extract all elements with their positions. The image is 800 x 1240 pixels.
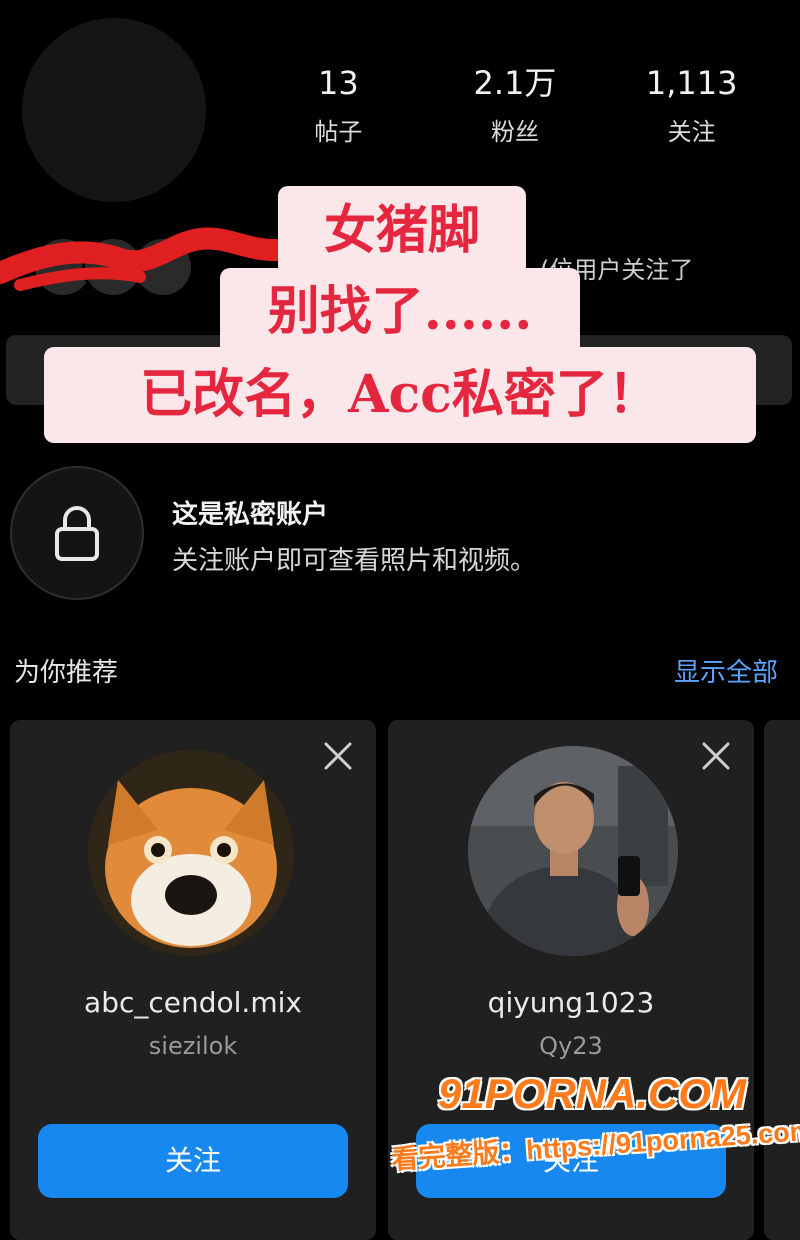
suggestion-display-name: siezilok [148,1032,238,1060]
private-account-subtitle: 关注账户即可查看照片和视频。 [172,546,537,576]
caption-line-2: 别找了...... [220,268,580,356]
follow-button[interactable]: 关注 [38,1124,348,1198]
profile-avatar[interactable] [22,18,206,202]
stat-following[interactable]: 1,113 关注 [612,64,772,147]
profile-stats: 13 帖子 2.1万 粉丝 1,113 关注 [250,64,780,147]
suggestion-username[interactable]: qiyung1023 [388,986,754,1019]
suggestions-heading: 为你推荐 [14,658,119,688]
stat-followers[interactable]: 2.1万 粉丝 [435,64,595,147]
stat-followers-label: 粉丝 [490,118,539,147]
suggestion-card[interactable]: abc_cendol.mix siezilok 关注 [10,720,376,1240]
suggestion-username[interactable]: abc_cendol.mix [10,986,376,1019]
suggestion-avatar[interactable] [88,750,294,956]
stat-following-label: 关注 [667,118,716,147]
close-icon[interactable] [322,740,354,772]
caption-line-3: 已改名，Acc私密了！ [44,347,756,443]
private-account-title: 这是私密账户 [172,500,329,530]
private-lock-badge [10,466,144,600]
see-all-link[interactable]: 显示全部 [674,652,778,689]
stat-followers-value: 2.1万 [473,64,557,102]
stat-posts-value: 13 [317,64,359,102]
suggestion-avatar[interactable] [468,746,678,956]
watermark-logo: 91PORNA.COM [438,1070,747,1117]
stat-posts[interactable]: 13 帖子 [258,64,418,147]
caption-line-1: 女猪脚 [278,186,526,276]
watermark-url: 看完整版：https://91porna25.com [390,1115,800,1175]
close-icon[interactable] [700,740,732,772]
gym-selfie-photo [468,746,678,956]
stat-following-value: 1,113 [645,64,738,102]
lock-icon [55,506,99,561]
watermark: 91PORNA.COM 看完整版：https://91porna25.com [390,1070,800,1210]
fox-face-photo [88,750,294,956]
suggestion-display-name: Qy23 [539,1032,603,1060]
stat-posts-label: 帖子 [314,118,363,147]
